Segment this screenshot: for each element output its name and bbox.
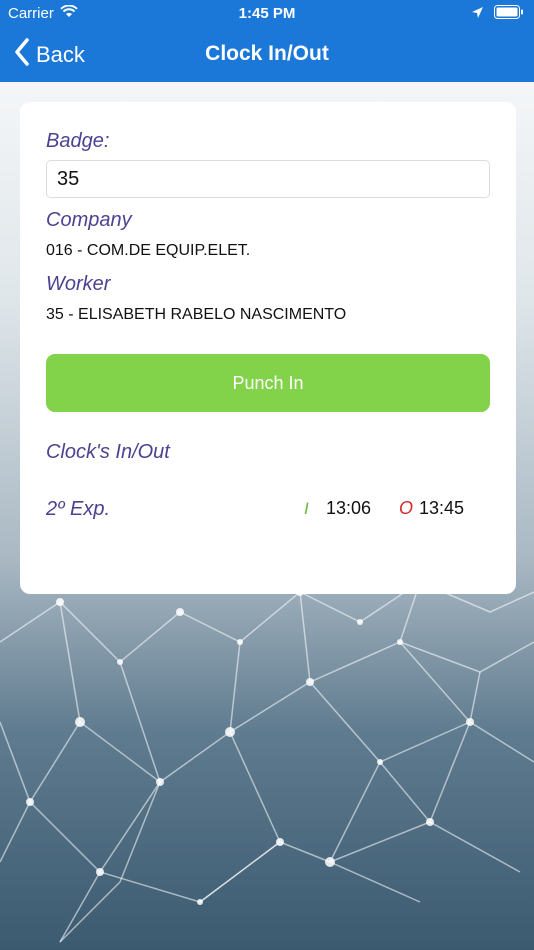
status-bar: Carrier 1:45 PM — [0, 0, 534, 28]
navigation-bar: Back Clock In/Out — [0, 28, 534, 82]
battery-icon — [494, 5, 524, 23]
punch-in-button[interactable]: Punch In — [46, 354, 490, 412]
clocks-section-title: Clock's In/Out — [46, 441, 170, 463]
out-marker: O — [399, 498, 414, 518]
worker-value: 35 - ELISABETH RABELO NASCIMENTO — [46, 306, 347, 323]
badge-label: Badge: — [46, 130, 110, 152]
clock-entry-name: 2º Exp. — [46, 498, 111, 520]
status-time: 1:45 PM — [238, 5, 296, 22]
worker-label: Worker — [46, 273, 111, 295]
location-arrow-icon — [471, 6, 484, 23]
in-marker: I — [304, 499, 309, 518]
clock-card: Badge: Company 016 - COM.DE EQUIP.ELET. … — [20, 102, 516, 594]
out-time: 13:45 — [419, 498, 465, 518]
in-time: 13:06 — [326, 498, 372, 518]
company-label: Company — [46, 209, 132, 231]
badge-input[interactable] — [46, 160, 490, 198]
page-title: Clock In/Out — [205, 42, 329, 65]
company-value: 016 - COM.DE EQUIP.ELET. — [46, 242, 251, 259]
